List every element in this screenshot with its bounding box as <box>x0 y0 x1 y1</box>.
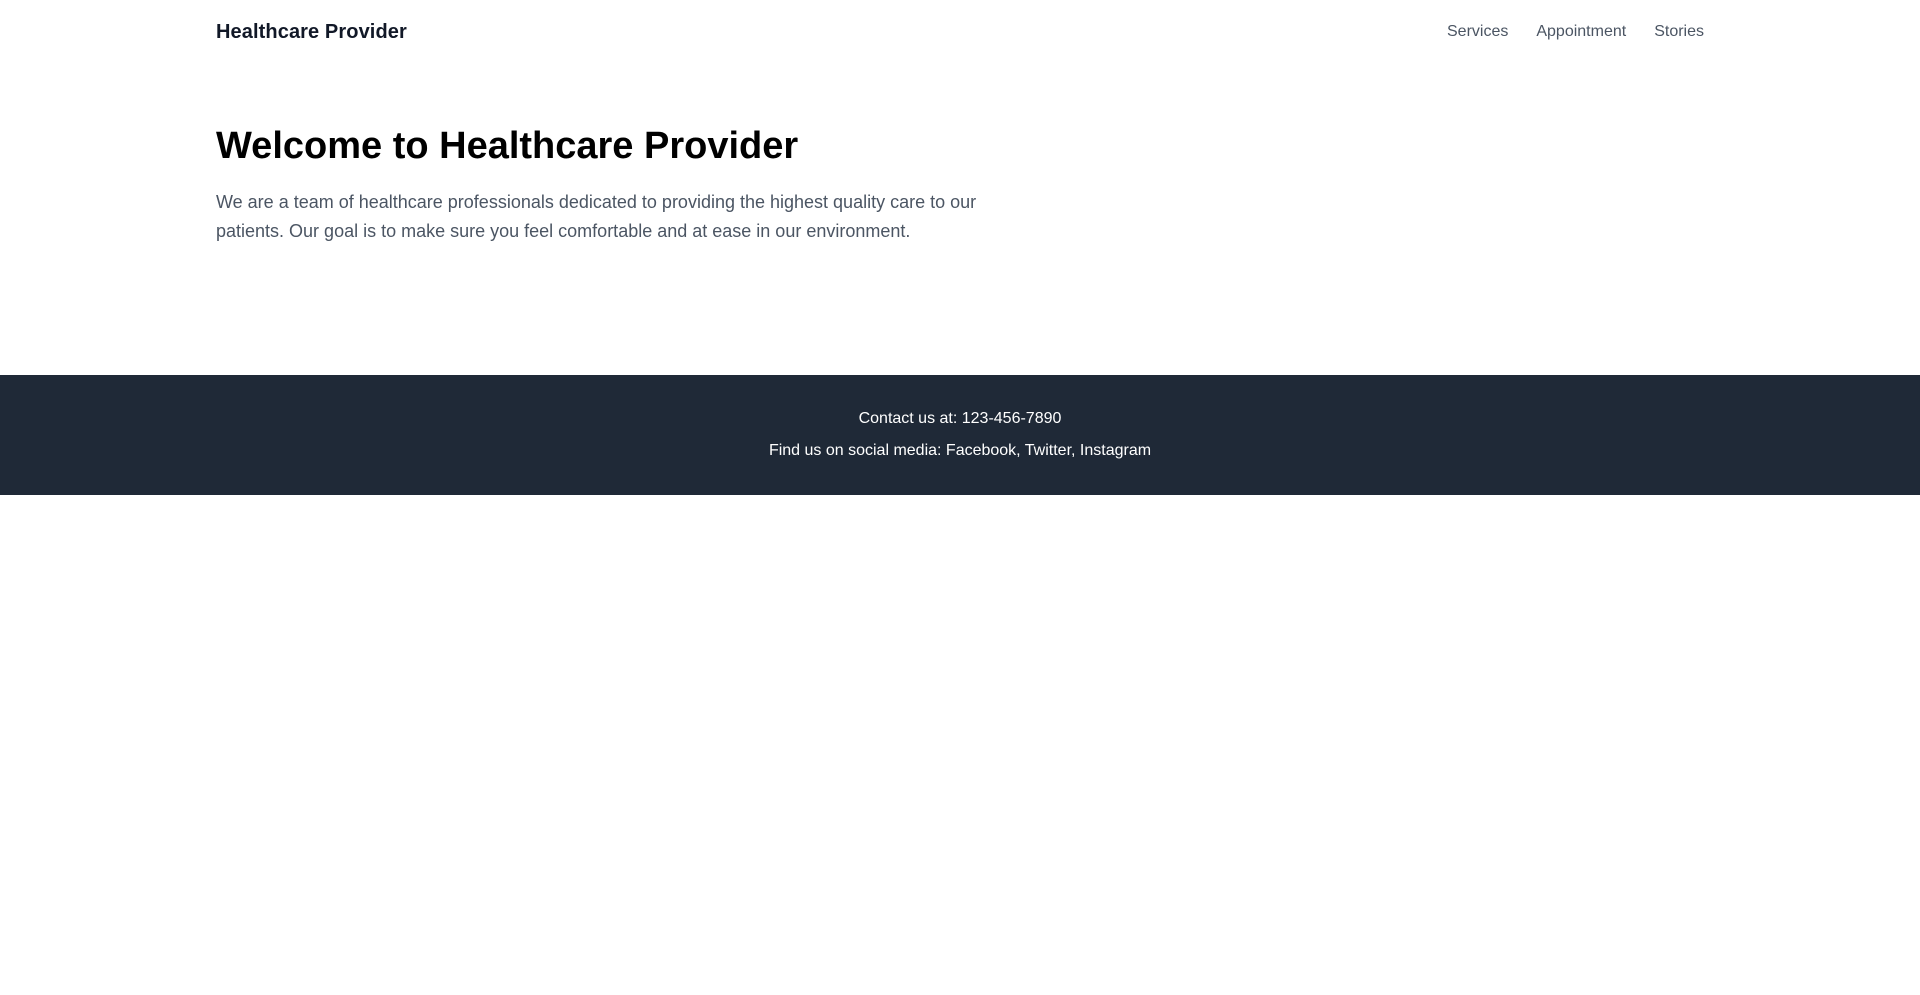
hero-description: We are a team of healthcare professional… <box>216 192 977 241</box>
brand-logo-text[interactable]: Healthcare Provider <box>216 21 407 44</box>
site-footer: Contact us at: 123-456-7890 Find us on s… <box>0 375 1920 495</box>
nav-link-stories[interactable]: Stories <box>1654 23 1704 41</box>
footer-contact: Contact us at: 123-456-7890 <box>858 410 1062 427</box>
site-header: Healthcare Provider Services Appointment… <box>216 0 1704 64</box>
hero-section: Welcome to Healthcare Provider We are a … <box>216 120 1016 246</box>
nav-link-services[interactable]: Services <box>1447 23 1508 41</box>
footer-social: Find us on social media: Facebook, Twitt… <box>768 442 1152 459</box>
nav-link-appointment[interactable]: Appointment <box>1536 23 1626 41</box>
hero-title: Welcome to Healthcare Provider <box>216 125 799 167</box>
page: Healthcare Provider Services Appointment… <box>0 0 1920 995</box>
main-nav: Services Appointment Stories <box>1447 23 1704 41</box>
